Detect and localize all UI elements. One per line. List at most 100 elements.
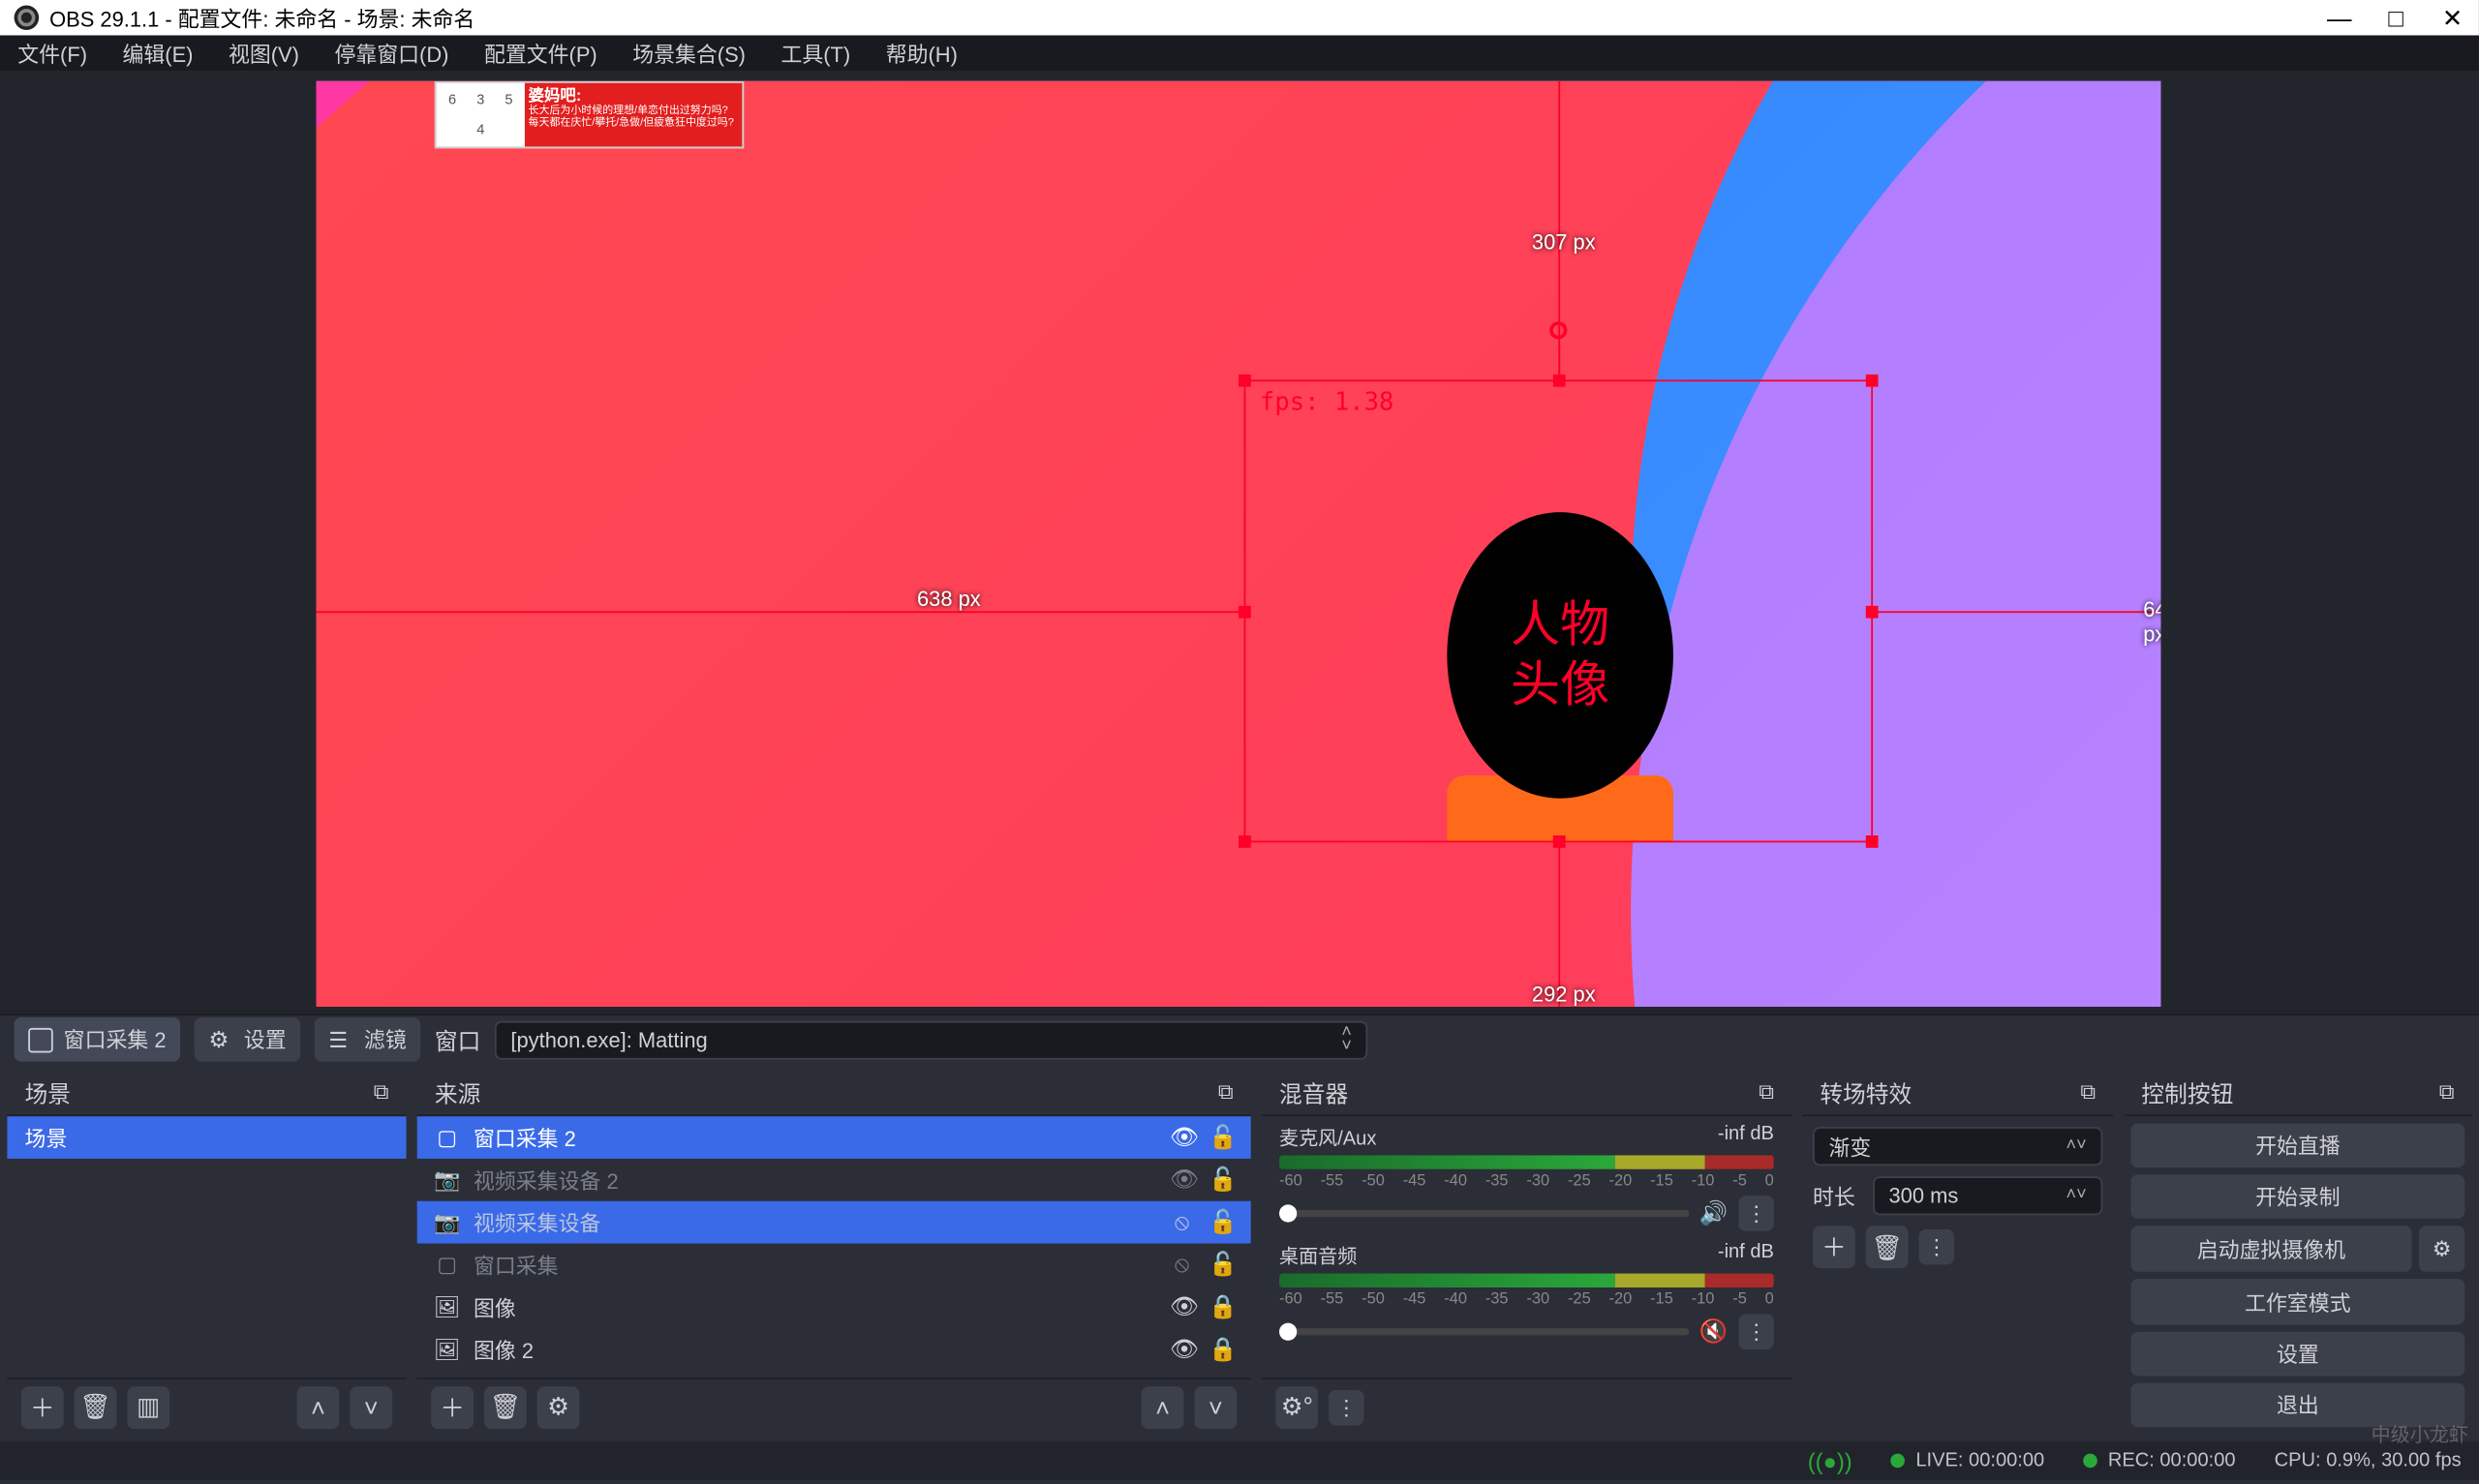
channel-name: 麦克风/Aux — [1279, 1123, 1376, 1151]
menu-file[interactable]: 文件(F) — [7, 38, 98, 68]
source-row[interactable]: ▢ 窗口采集 ⦸ 🔓 — [417, 1244, 1251, 1287]
preview-area[interactable]: 6354 婆妈吧:长大后为小时候的理想/单恋付出过努力吗? 每天都在庆忙/攀托/… — [0, 71, 2479, 1014]
handle-tl[interactable] — [1239, 375, 1251, 387]
transition-title: 转场特效 — [1820, 1075, 1912, 1109]
menu-edit[interactable]: 编辑(E) — [112, 38, 204, 68]
visibility-toggle[interactable]: 👁 — [1170, 1293, 1195, 1321]
scene-filters-button[interactable]: ▥ — [127, 1385, 169, 1428]
source-settings-button[interactable]: 设置 — [195, 1017, 301, 1062]
source-filters-button[interactable]: 滤镜 — [315, 1017, 421, 1062]
remove-transition-button[interactable]: 🗑 — [1866, 1226, 1909, 1268]
lock-toggle[interactable]: 🔓 — [1209, 1123, 1234, 1151]
mixer-advanced-button[interactable]: ⚙° — [1275, 1385, 1318, 1428]
start-recording-button[interactable]: 开始录制 — [2130, 1175, 2464, 1220]
volume-slider[interactable] — [1279, 1328, 1689, 1335]
window-maximize-button[interactable]: □ — [2383, 5, 2408, 30]
volume-slider[interactable] — [1279, 1210, 1689, 1217]
window-title: OBS 29.1.1 - 配置文件: 未命名 - 场景: 未命名 — [49, 3, 474, 33]
source-row[interactable]: 🖼 图像 2 👁 🔒 — [417, 1328, 1251, 1371]
virtual-cam-settings-button[interactable]: ⚙ — [2419, 1227, 2464, 1272]
lock-toggle[interactable]: 🔓 — [1209, 1208, 1234, 1236]
camera-icon: 📷 — [435, 1210, 460, 1235]
menu-profile[interactable]: 配置文件(P) — [474, 38, 608, 68]
popout-icon[interactable]: ⧉ — [374, 1079, 389, 1105]
popout-icon[interactable]: ⧉ — [1759, 1079, 1774, 1105]
handle-ml[interactable] — [1239, 606, 1251, 619]
handle-tr[interactable] — [1866, 375, 1879, 387]
source-row[interactable]: 🖼 图像 👁 🔒 — [417, 1286, 1251, 1328]
lock-toggle[interactable]: 🔓 — [1209, 1166, 1234, 1194]
selected-source-chip: 窗口采集 2 — [15, 1017, 181, 1062]
distance-right-label: 642 px — [2143, 597, 2160, 647]
visibility-toggle[interactable]: ⦸ — [1170, 1208, 1195, 1236]
meter-scale: -60-55-50-45-40-35-30-25-20-15-10-50 — [1279, 1171, 1774, 1189]
lock-toggle[interactable]: 🔓 — [1209, 1251, 1234, 1279]
window-minimize-button[interactable]: — — [2327, 5, 2352, 30]
popout-icon[interactable]: ⧉ — [1218, 1079, 1234, 1105]
window-dropdown[interactable]: [python.exe]: Matting ˄˅ — [495, 1020, 1367, 1059]
handle-mr[interactable] — [1866, 606, 1879, 619]
preview-canvas[interactable]: 6354 婆妈吧:长大后为小时候的理想/单恋付出过努力吗? 每天都在庆忙/攀托/… — [317, 81, 2161, 1007]
transition-type-dropdown[interactable]: 渐变˄˅ — [1813, 1127, 2102, 1166]
source-label: 窗口采集 2 — [474, 1123, 576, 1153]
lock-toggle[interactable]: 🔒 — [1209, 1293, 1234, 1321]
transition-menu-button[interactable]: ⋮ — [1919, 1229, 1954, 1264]
popout-icon[interactable]: ⧉ — [2439, 1079, 2455, 1105]
move-source-up-button[interactable]: ˄ — [1142, 1385, 1184, 1428]
visibility-toggle[interactable]: 👁 — [1170, 1123, 1195, 1151]
visibility-toggle[interactable]: 👁 — [1170, 1335, 1195, 1363]
mixer-title: 混音器 — [1279, 1075, 1348, 1109]
handle-bl[interactable] — [1239, 835, 1251, 848]
remove-source-button[interactable]: 🗑 — [484, 1385, 527, 1428]
menu-dock[interactable]: 停靠窗口(D) — [324, 38, 460, 68]
scene-row[interactable]: 场景 — [7, 1116, 406, 1159]
menu-help[interactable]: 帮助(H) — [875, 38, 968, 68]
transition-duration-input[interactable]: 300 ms˄˅ — [1873, 1176, 2102, 1215]
handle-tm[interactable] — [1553, 375, 1566, 387]
exit-button[interactable]: 退出 — [2130, 1382, 2464, 1427]
move-scene-down-button[interactable]: ˅ — [350, 1385, 392, 1428]
fps-label: fps: 1.38 — [1260, 388, 1393, 416]
speaker-icon[interactable]: 🔊 — [1699, 1199, 1729, 1227]
image-icon: 🖼 — [435, 1294, 460, 1319]
source-row[interactable]: 📷 视频采集设备 ⦸ 🔓 — [417, 1201, 1251, 1244]
channel-menu-button[interactable]: ⋮ — [1738, 1315, 1773, 1349]
source-properties-button[interactable]: ⚙ — [537, 1385, 580, 1428]
visibility-toggle[interactable]: 👁 — [1170, 1166, 1195, 1194]
channel-level: -inf dB — [1718, 1123, 1774, 1151]
studio-mode-button[interactable]: 工作室模式 — [2130, 1280, 2464, 1324]
window-close-button[interactable]: ✕ — [2440, 5, 2465, 30]
mixer-channel: 麦克风/Aux -inf dB -60-55-50-45-40-35-30-25-… — [1262, 1116, 1791, 1234]
remove-scene-button[interactable]: 🗑 — [75, 1385, 117, 1428]
channel-menu-button[interactable]: ⋮ — [1738, 1196, 1773, 1230]
rotation-handle[interactable] — [1549, 321, 1567, 339]
handle-br[interactable] — [1866, 835, 1879, 848]
menu-scene-collection[interactable]: 场景集合(S) — [622, 38, 756, 68]
menu-tools[interactable]: 工具(T) — [771, 38, 862, 68]
mute-icon[interactable]: 🔇 — [1699, 1317, 1729, 1346]
visibility-toggle[interactable]: ⦸ — [1170, 1251, 1195, 1279]
audio-meter — [1279, 1274, 1774, 1288]
audio-meter — [1279, 1155, 1774, 1169]
menu-view[interactable]: 视图(V) — [218, 38, 310, 68]
distance-top-label: 307 px — [1532, 229, 1596, 255]
add-source-button[interactable]: ＋ — [431, 1385, 474, 1428]
start-streaming-button[interactable]: 开始直播 — [2130, 1123, 2464, 1167]
settings-button[interactable]: 设置 — [2130, 1331, 2464, 1376]
start-virtual-cam-button[interactable]: 启动虚拟摄像机 — [2130, 1227, 2411, 1272]
move-scene-up-button[interactable]: ˄ — [297, 1385, 340, 1428]
move-source-down-button[interactable]: ˅ — [1194, 1385, 1237, 1428]
source-row[interactable]: ▢ 窗口采集 2 👁 🔓 — [417, 1116, 1251, 1159]
window-icon: ▢ — [435, 1125, 460, 1150]
handle-bm[interactable] — [1553, 835, 1566, 848]
channel-level: -inf dB — [1718, 1242, 1774, 1270]
popout-icon[interactable]: ⧉ — [2080, 1079, 2096, 1105]
source-row[interactable]: 📷 视频采集设备 2 👁 🔓 — [417, 1159, 1251, 1201]
source-label: 图像 — [474, 1292, 516, 1322]
add-scene-button[interactable]: ＋ — [21, 1385, 64, 1428]
lock-toggle[interactable]: 🔒 — [1209, 1335, 1234, 1363]
mixer-menu-button[interactable]: ⋮ — [1329, 1389, 1363, 1424]
add-transition-button[interactable]: ＋ — [1813, 1226, 1855, 1268]
selection-box[interactable]: fps: 1.38 — [1244, 379, 1874, 842]
source-context-toolbar: 窗口采集 2 设置 滤镜 窗口 [python.exe]: Matting ˄˅ — [0, 1014, 2479, 1063]
